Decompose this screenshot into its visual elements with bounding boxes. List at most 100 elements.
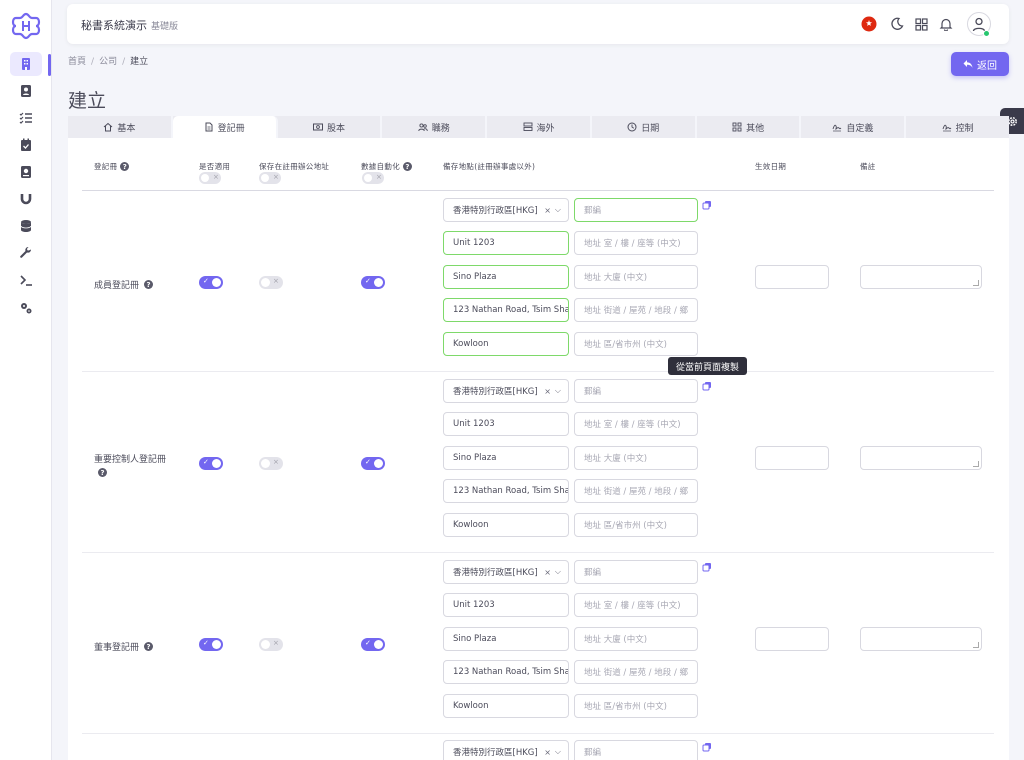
copy-icon[interactable] xyxy=(702,742,712,752)
toggle-data-auto[interactable]: ✓ xyxy=(361,276,385,289)
nav-contacts[interactable] xyxy=(10,79,42,103)
remarks-textarea[interactable] xyxy=(860,265,982,289)
toggle-data-auto[interactable]: ✓ xyxy=(361,457,385,470)
back-button[interactable]: 返回 xyxy=(951,52,1009,76)
tab-label: 其他 xyxy=(746,123,765,134)
nav-settings[interactable] xyxy=(10,296,42,320)
remarks-textarea[interactable] xyxy=(860,446,982,470)
building-icon xyxy=(22,58,30,70)
toggle-keep-at-office[interactable]: × xyxy=(259,638,283,651)
district-input[interactable]: Kowloon xyxy=(443,513,569,537)
help-icon[interactable]: ? xyxy=(98,468,107,477)
region-select[interactable]: 香港特別行政區[HKG] × ⌵ xyxy=(443,198,569,222)
column-header-keep-at-office: 保存在註冊辦公地址 xyxy=(259,161,329,172)
nav-database[interactable] xyxy=(10,214,42,238)
chevron-down-icon[interactable]: ⌵ xyxy=(555,747,561,757)
tab-basic[interactable]: 基本 xyxy=(68,116,173,138)
clear-icon[interactable]: × xyxy=(544,387,551,396)
district-input[interactable]: Kowloon xyxy=(443,694,569,718)
district-input[interactable]: Kowloon xyxy=(443,332,569,356)
copy-icon[interactable] xyxy=(702,562,712,572)
street-input[interactable]: 123 Nathan Road, Tsim Sha xyxy=(443,298,569,322)
clear-icon[interactable]: × xyxy=(544,748,551,757)
street-input[interactable]: 123 Nathan Road, Tsim Sha xyxy=(443,660,569,684)
chevron-down-icon[interactable]: ⌵ xyxy=(555,386,561,396)
tab-dates[interactable]: 日期 xyxy=(592,116,697,138)
building-input[interactable]: Sino Plaza xyxy=(443,265,569,289)
chevron-down-icon[interactable]: ⌵ xyxy=(555,567,561,577)
tab-others[interactable]: 其他 xyxy=(697,116,802,138)
region-select[interactable]: 香港特別行政區[HKG] × ⌵ xyxy=(443,560,569,584)
breadcrumb-company[interactable]: 公司 xyxy=(99,57,117,67)
notification-bell-icon[interactable] xyxy=(938,16,954,32)
toggle-keep-at-office[interactable]: × xyxy=(259,276,283,289)
toggle-all-keep-at-office[interactable]: × xyxy=(259,172,281,184)
nav-magnet[interactable] xyxy=(10,187,42,211)
street-input[interactable]: 123 Nathan Road, Tsim Sha xyxy=(443,479,569,503)
breadcrumb-home[interactable]: 首頁 xyxy=(68,57,86,67)
building-input[interactable]: Sino Plaza xyxy=(443,446,569,470)
postcode-input[interactable]: 郵編 xyxy=(574,379,698,403)
app-logo-icon[interactable] xyxy=(10,12,42,40)
street-chinese-input[interactable]: 地址 街道 / 屋苑 / 地段 / 鄉 xyxy=(574,298,698,322)
remarks-textarea[interactable] xyxy=(860,627,982,651)
district-chinese-input[interactable]: 地址 區/省市州 (中文) xyxy=(574,694,698,718)
toggle-all-data-auto[interactable]: × xyxy=(362,172,384,184)
toggle-applicable[interactable]: ✓ xyxy=(199,276,223,289)
nav-calendar[interactable] xyxy=(10,133,42,157)
toggle-applicable[interactable]: ✓ xyxy=(199,457,223,470)
postcode-input[interactable]: 郵編 xyxy=(574,560,698,584)
tab-officers[interactable]: 職務 xyxy=(382,116,488,138)
toggle-keep-at-office[interactable]: × xyxy=(259,457,283,470)
region-select[interactable]: 香港特別行政區[HKG] × ⌵ xyxy=(443,379,569,403)
room-input[interactable]: Unit 1203 xyxy=(443,593,569,617)
clear-icon[interactable]: × xyxy=(544,568,551,577)
help-icon[interactable]: ? xyxy=(120,162,130,171)
dark-mode-icon[interactable] xyxy=(889,16,905,32)
toggle-all-applicable[interactable]: × xyxy=(199,172,221,184)
help-icon[interactable]: ? xyxy=(403,162,412,171)
tab-custom[interactable]: 自定義 xyxy=(801,116,907,138)
street-chinese-input[interactable]: 地址 街道 / 屋苑 / 地段 / 鄉 xyxy=(574,660,698,684)
room-chinese-input[interactable]: 地址 室 / 樓 / 座等 (中文) xyxy=(574,412,698,436)
nav-documents[interactable] xyxy=(10,160,42,184)
tab-label: 海外 xyxy=(536,123,555,134)
toggle-data-auto[interactable]: ✓ xyxy=(361,638,385,651)
help-icon[interactable]: ? xyxy=(144,642,154,651)
back-button-label: 返回 xyxy=(977,60,997,72)
clear-icon[interactable]: × xyxy=(544,206,551,215)
region-select[interactable]: 香港特別行政區[HKG] × ⌵ xyxy=(443,740,569,760)
building-chinese-input[interactable]: 地址 大廈 (中文) xyxy=(574,265,698,289)
room-input[interactable]: Unit 1203 xyxy=(443,231,569,255)
tab-registers[interactable]: 登記冊 xyxy=(172,116,278,138)
district-chinese-input[interactable]: 地址 區/省市州 (中文) xyxy=(574,332,698,356)
chevron-down-icon[interactable]: ⌵ xyxy=(555,205,561,215)
copy-icon[interactable] xyxy=(702,381,712,391)
street-chinese-input[interactable]: 地址 街道 / 屋苑 / 地段 / 鄉 xyxy=(574,479,698,503)
effective-date-input[interactable] xyxy=(755,446,829,470)
building-input[interactable]: Sino Plaza xyxy=(443,627,569,651)
help-icon[interactable]: ? xyxy=(144,280,154,289)
postcode-input[interactable]: 郵編 xyxy=(574,740,698,760)
apps-grid-icon[interactable] xyxy=(913,16,929,32)
district-chinese-input[interactable]: 地址 區/省市州 (中文) xyxy=(574,513,698,537)
copy-icon[interactable] xyxy=(702,200,712,210)
building-chinese-input[interactable]: 地址 大廈 (中文) xyxy=(574,446,698,470)
row-divider xyxy=(82,371,994,372)
toggle-applicable[interactable]: ✓ xyxy=(199,638,223,651)
tab-overseas[interactable]: 海外 xyxy=(487,116,592,138)
effective-date-input[interactable] xyxy=(755,627,829,651)
nav-company[interactable] xyxy=(10,52,42,76)
postcode-input[interactable]: 郵編 xyxy=(574,198,698,222)
nav-terminal[interactable] xyxy=(10,268,42,292)
building-chinese-input[interactable]: 地址 大廈 (中文) xyxy=(574,627,698,651)
room-input[interactable]: Unit 1203 xyxy=(443,412,569,436)
tab-share-capital[interactable]: 股本 xyxy=(278,116,383,138)
nav-tasks[interactable] xyxy=(10,106,42,130)
tab-control[interactable]: 控制 xyxy=(906,116,1009,138)
effective-date-input[interactable] xyxy=(755,265,829,289)
room-chinese-input[interactable]: 地址 室 / 樓 / 座等 (中文) xyxy=(574,231,698,255)
language-flag-icon[interactable] xyxy=(861,16,877,32)
room-chinese-input[interactable]: 地址 室 / 樓 / 座等 (中文) xyxy=(574,593,698,617)
nav-tools[interactable] xyxy=(10,241,42,265)
